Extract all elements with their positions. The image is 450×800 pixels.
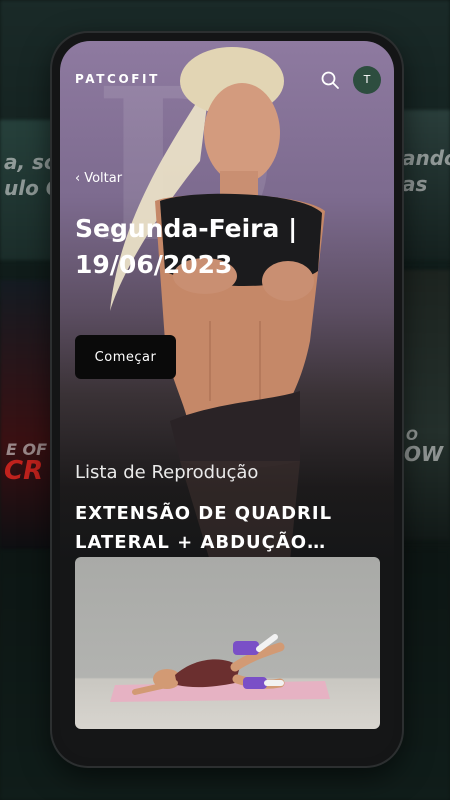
exercise-title-line2: LATERAL + ABDUÇÃO… <box>75 532 327 553</box>
back-button[interactable]: ‹ Voltar <box>75 171 122 186</box>
background-caption-right-1: ando <box>402 146 450 170</box>
background-tile <box>395 270 450 540</box>
brand-logo[interactable]: PATCOFIT <box>75 72 160 86</box>
exercise-photo <box>110 634 330 702</box>
playlist-heading: Lista de Reprodução <box>75 462 259 483</box>
background-caption-right-low-2: OW <box>404 442 444 466</box>
chevron-left-icon: ‹ <box>75 171 81 186</box>
background-caption-right-2: as <box>402 172 428 196</box>
workout-title: Segunda-Feira | 19/06/2023 <box>75 211 375 283</box>
current-exercise-title: EXTENSÃO DE QUADRIL LATERAL + ABDUÇÃO… <box>75 499 375 557</box>
start-workout-button[interactable]: Começar <box>75 335 176 379</box>
hero-image: D <box>60 41 394 561</box>
user-avatar[interactable]: T <box>353 66 381 94</box>
back-label: Voltar <box>84 171 123 186</box>
exercise-video-thumbnail[interactable] <box>75 557 380 729</box>
app-screen: D <box>60 41 394 758</box>
background-caption-red-2: CR <box>4 456 44 486</box>
exercise-title-line1: EXTENSÃO DE QUADRIL <box>75 503 333 524</box>
top-bar: PATCOFIT T <box>75 65 381 95</box>
workout-title-line2: 19/06/2023 <box>75 250 233 279</box>
search-icon[interactable] <box>319 69 341 91</box>
athlete-photo <box>110 47 325 561</box>
phone-frame: D <box>52 33 402 766</box>
workout-title-line1: Segunda-Feira | <box>75 214 298 243</box>
